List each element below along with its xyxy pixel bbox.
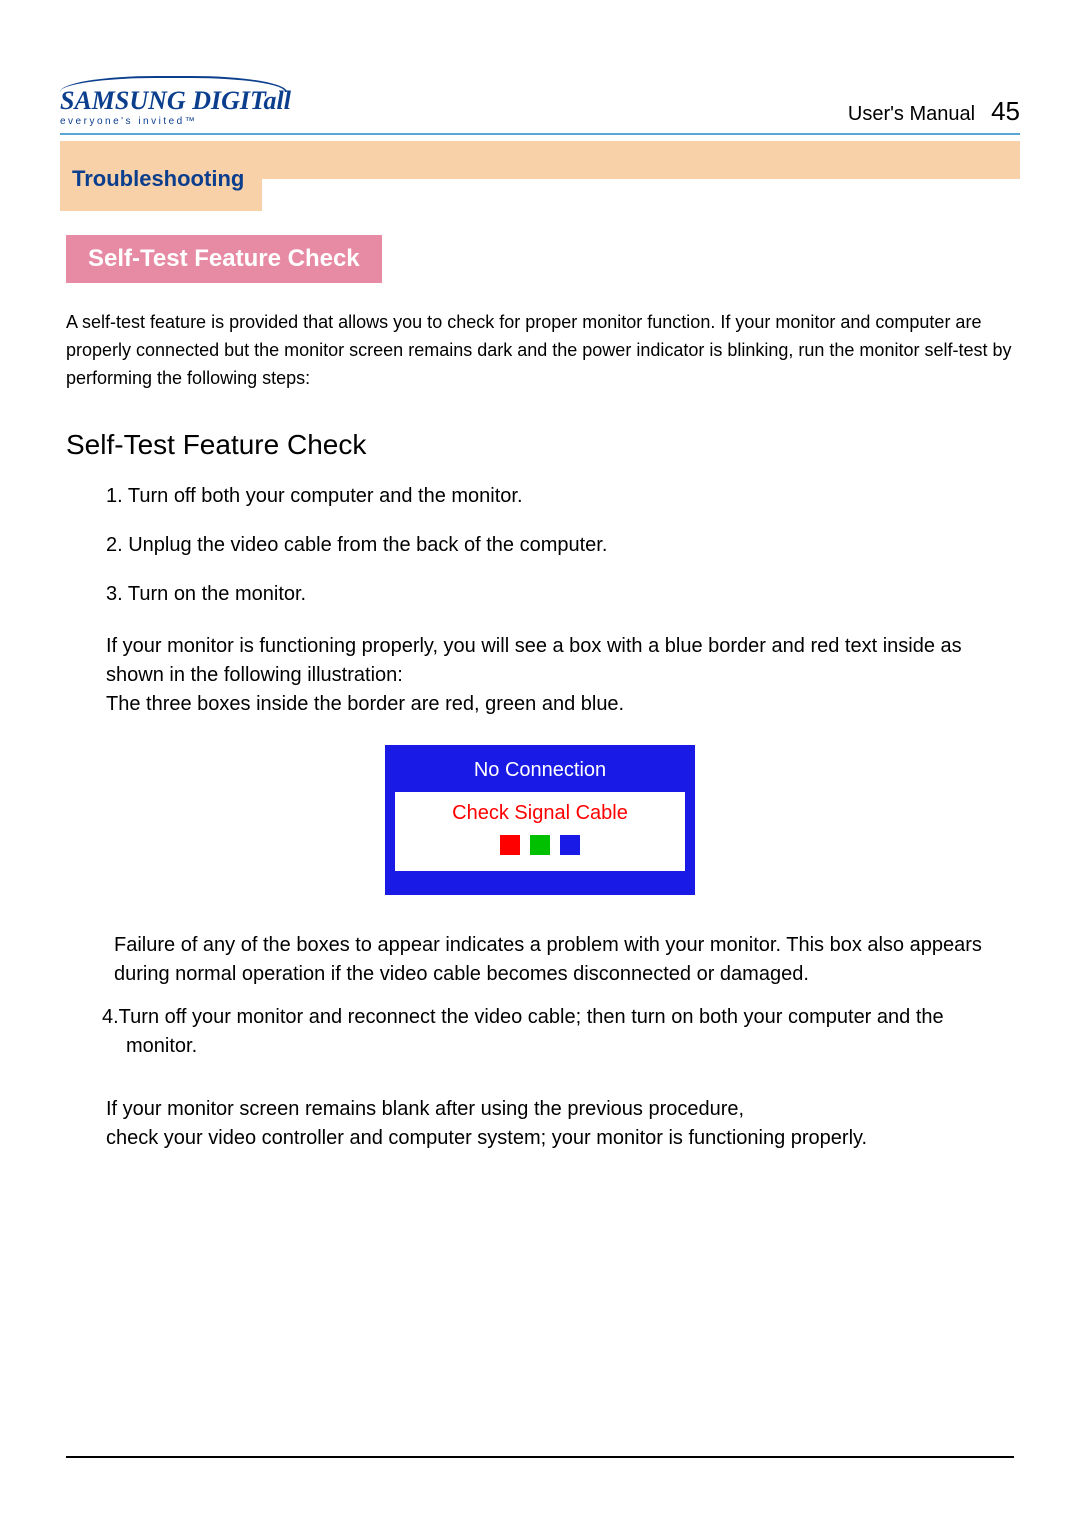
- content-area: Self-Test Feature Check A self-test feat…: [60, 179, 1020, 1153]
- doc-label: User's Manual: [848, 103, 975, 126]
- page-number: 45: [991, 96, 1020, 127]
- closing-block: If your monitor screen remains blank aft…: [66, 1095, 1014, 1153]
- blue-square-icon: [560, 835, 580, 855]
- diagram-message: Check Signal Cable: [395, 802, 685, 825]
- after-steps-block: If your monitor is functioning properly,…: [66, 632, 1014, 719]
- steps-list: 1. Turn off both your computer and the m…: [66, 481, 1014, 610]
- footer-rule: [66, 1456, 1014, 1458]
- sub-heading: Self-Test Feature Check: [66, 429, 1014, 461]
- page-header: SAMSUNG DIGITall everyone's invited™ Use…: [60, 80, 1020, 135]
- page: SAMSUNG DIGITall everyone's invited™ Use…: [0, 0, 1080, 1528]
- step-4-block: 4.Turn off your monitor and reconnect th…: [66, 1003, 1014, 1061]
- header-right: User's Manual 45: [848, 96, 1020, 127]
- no-connection-diagram: No Connection Check Signal Cable: [385, 745, 695, 895]
- closing-line-2: check your video controller and computer…: [106, 1127, 867, 1149]
- section-bar: Troubleshooting: [60, 141, 1020, 179]
- step-2: 2. Unplug the video cable from the back …: [106, 530, 1014, 561]
- diagram-title: No Connection: [395, 755, 685, 792]
- after-steps-line-2: The three boxes inside the border are re…: [106, 693, 624, 715]
- pink-heading: Self-Test Feature Check: [66, 235, 382, 283]
- step-3: 3. Turn on the monitor.: [106, 579, 1014, 610]
- closing-line-1: If your monitor screen remains blank aft…: [106, 1098, 744, 1120]
- green-square-icon: [530, 835, 550, 855]
- red-square-icon: [500, 835, 520, 855]
- intro-text: A self-test feature is provided that all…: [66, 309, 1014, 393]
- step-4: 4.Turn off your monitor and reconnect th…: [102, 1003, 1014, 1061]
- brand-logo: SAMSUNG DIGITall everyone's invited™: [60, 80, 291, 127]
- failure-note: Failure of any of the boxes to appear in…: [66, 931, 1014, 989]
- rgb-squares: [395, 835, 685, 855]
- logo-tagline: everyone's invited™: [60, 116, 197, 127]
- after-steps-line-1: If your monitor is functioning properly,…: [106, 635, 962, 686]
- diagram-inner: Check Signal Cable: [395, 792, 685, 871]
- step-1: 1. Turn off both your computer and the m…: [106, 481, 1014, 512]
- logo-text: SAMSUNG DIGITall: [60, 80, 291, 114]
